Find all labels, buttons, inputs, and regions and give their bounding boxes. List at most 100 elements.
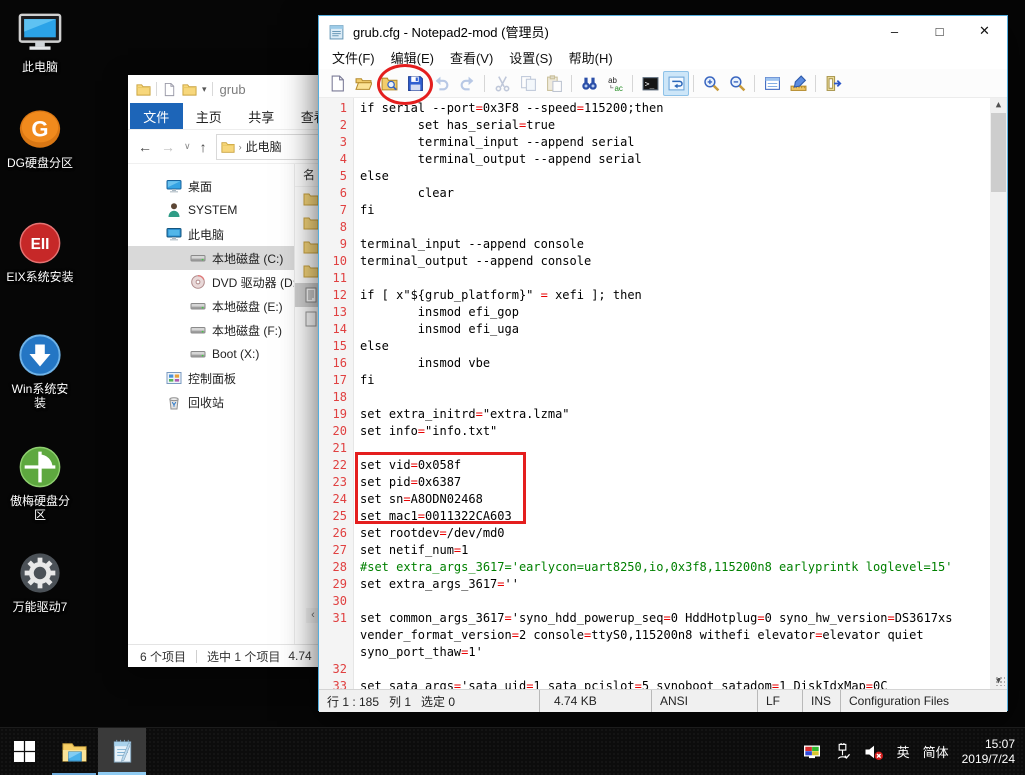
browse-file-button[interactable] <box>376 71 402 96</box>
line-number: 32 <box>319 661 353 678</box>
tree-item-drive[interactable]: 本地磁盘 (C:) <box>128 246 294 270</box>
status-file-size[interactable]: 4.74 KB <box>540 690 652 712</box>
toolbar-separator <box>632 75 633 92</box>
language-indicator[interactable]: 英 <box>897 742 910 761</box>
find-button[interactable] <box>576 71 602 96</box>
code-editor[interactable]: 1if serial --port=0x3F8 --speed=115200;t… <box>319 98 1007 689</box>
maximize-button[interactable]: □ <box>917 16 962 46</box>
line-text: fi <box>353 202 374 219</box>
tree-item-label: 本地磁盘 (C:) <box>212 250 283 267</box>
paste-button[interactable] <box>541 71 567 96</box>
desktop-icon-diskgenius[interactable]: GDG硬盘分区 <box>6 106 74 170</box>
start-button[interactable] <box>0 728 48 775</box>
line-text: if serial --port=0x3F8 --speed=115200;th… <box>353 100 663 117</box>
line-text <box>353 389 360 406</box>
explorer-window-title: grub <box>220 82 246 97</box>
zoom-out-button[interactable] <box>724 71 750 96</box>
ime-indicator[interactable]: 简体 <box>923 742 949 761</box>
up-icon[interactable]: ↑ <box>200 140 207 154</box>
diskgenius-icon: G <box>17 106 63 152</box>
quick-access-properties-icon[interactable] <box>182 82 197 97</box>
line-text: #set extra_args_3617='earlycon=uart8250,… <box>353 559 952 576</box>
display-color-tray-icon[interactable] <box>803 743 821 761</box>
desktop-icon-eix[interactable]: EIIEIX系统安装 <box>6 220 74 284</box>
breadcrumb[interactable]: 此电脑 <box>246 138 282 155</box>
usb-tray-icon[interactable] <box>834 743 851 760</box>
status-encoding[interactable]: ANSI <box>652 690 758 712</box>
copy-button[interactable] <box>515 71 541 96</box>
browse-folder-icon <box>381 75 398 92</box>
tree-item-control-panel[interactable]: 控制面板 <box>128 366 294 390</box>
minimize-button[interactable]: – <box>872 16 917 46</box>
tree-item-user[interactable]: SYSTEM <box>128 198 294 222</box>
resize-grip[interactable] <box>995 676 1005 686</box>
desktop-icon-win-install[interactable]: Win系统安装 <box>6 332 74 410</box>
taskbar-clock[interactable]: 15:07 2019/7/24 <box>962 737 1015 767</box>
desktop-icon-aomei[interactable]: 傲梅硬盘分区 <box>6 444 74 522</box>
tree-item-dvd[interactable]: DVD 驱动器 (D:) <box>128 270 294 294</box>
new-file-button[interactable] <box>324 71 350 96</box>
line-text: set has_serial=true <box>353 117 555 134</box>
open-file-button[interactable] <box>350 71 376 96</box>
view-schemes-button[interactable] <box>759 71 785 96</box>
line-number: 12 <box>319 287 353 304</box>
status-insert-mode[interactable]: INS <box>803 690 841 712</box>
tree-item-drive[interactable]: Boot (X:) <box>128 342 294 366</box>
file-lines-icon <box>303 287 319 303</box>
tree-item-desktop[interactable]: 桌面 <box>128 174 294 198</box>
tree-item-drive[interactable]: 本地磁盘 (F:) <box>128 318 294 342</box>
status-eol-mode[interactable]: LF <box>758 690 803 712</box>
undo-button[interactable] <box>428 71 454 96</box>
taskbar-file-explorer-button[interactable] <box>52 728 96 775</box>
menu-view[interactable]: 查看(V) <box>442 46 501 69</box>
line-text: if [ x"${grub_platform}" = xefi ]; then <box>353 287 642 304</box>
ribbon-tab-home[interactable]: 主页 <box>183 103 236 129</box>
desktop-icon-gear[interactable]: 万能驱动7 <box>6 550 74 614</box>
menu-settings[interactable]: 设置(S) <box>501 46 560 69</box>
ribbon-tab-share[interactable]: 共享 <box>235 103 288 129</box>
taskbar-notepad-button[interactable] <box>98 728 146 775</box>
forward-icon[interactable]: → <box>161 140 175 154</box>
file-explorer-window: ▾ grub 文件 主页 共享 查看 ← → ∨ ↑ › 此电脑 桌面SYSTE… <box>128 75 340 667</box>
word-wrap-button[interactable] <box>663 71 689 96</box>
quick-access-folder-icon[interactable] <box>136 82 151 97</box>
zoom-in-button[interactable] <box>698 71 724 96</box>
editor-line: 22set vid=0x058f <box>319 457 990 474</box>
tree-item-recycle-bin[interactable]: 回收站 <box>128 390 294 414</box>
customize-schemes-button[interactable] <box>785 71 811 96</box>
redo-icon <box>459 75 476 92</box>
ribbon-tab-file[interactable]: 文件 <box>130 103 183 129</box>
line-number <box>319 644 353 661</box>
menu-file[interactable]: 文件(F) <box>324 46 383 69</box>
cut-icon <box>494 75 511 92</box>
back-icon[interactable]: ← <box>138 140 152 154</box>
close-button[interactable]: ✕ <box>962 16 1007 46</box>
save-button[interactable] <box>402 71 428 96</box>
menu-edit[interactable]: 编辑(E) <box>383 46 442 69</box>
replace-button[interactable]: abac <box>602 71 628 96</box>
menu-help[interactable]: 帮助(H) <box>561 46 621 69</box>
quick-access-newfolder-icon[interactable] <box>162 82 177 97</box>
quick-access-chevron-down-icon[interactable]: ▾ <box>202 84 207 95</box>
scroll-up-icon[interactable]: ▲ <box>990 98 1007 113</box>
status-syntax-scheme[interactable]: Configuration Files <box>841 690 1007 712</box>
redo-button[interactable] <box>454 71 480 96</box>
cut-button[interactable] <box>489 71 515 96</box>
vertical-scrollbar[interactable]: ▲ ▼ <box>990 98 1007 689</box>
editor-line: 33set sata_args='sata_uid=1 sata_pcislot… <box>319 678 990 689</box>
desktop-icon-this-pc[interactable]: 此电脑 <box>6 10 74 74</box>
tree-item-computer[interactable]: 此电脑 <box>128 222 294 246</box>
scrollbar-thumb[interactable] <box>991 113 1006 192</box>
notepad-window-title: grub.cfg - Notepad2-mod (管理员) <box>353 22 872 41</box>
tree-item-drive[interactable]: 本地磁盘 (E:) <box>128 294 294 318</box>
line-number: 14 <box>319 321 353 338</box>
exit-button[interactable] <box>820 71 846 96</box>
navigation-tree: 桌面SYSTEM此电脑本地磁盘 (C:) DVD 驱动器 (D:)本地磁盘 (E:… <box>128 164 294 645</box>
volume-muted-icon[interactable] <box>864 743 884 761</box>
line-text: set common_args_3617='syno_hdd_powerup_s… <box>353 610 952 627</box>
line-text: set info="info.txt" <box>353 423 497 440</box>
launch-console-button[interactable]: >_ <box>637 71 663 96</box>
line-number: 30 <box>319 593 353 610</box>
address-folder-icon <box>221 140 235 154</box>
recent-locations-chevron-icon[interactable]: ∨ <box>184 142 191 151</box>
